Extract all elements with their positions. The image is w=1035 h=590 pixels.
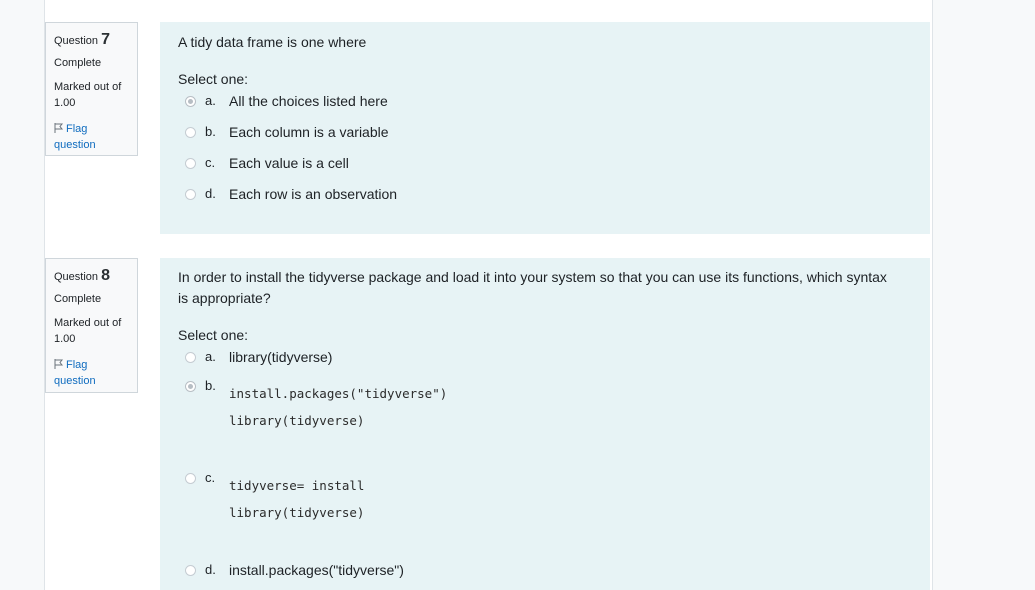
code-line-2: library(tidyverse) — [229, 413, 365, 428]
question-state: Complete — [54, 57, 102, 69]
option-c[interactable]: c. Each value is a cell — [178, 153, 930, 184]
option-letter: d. — [205, 562, 216, 577]
answer-options: a. All the choices listed here b. Each c… — [178, 91, 930, 215]
question-text: A tidy data frame is one where — [178, 34, 367, 50]
question-text: In order to install the tidyverse packag… — [178, 269, 887, 306]
option-letter: a. — [205, 93, 216, 108]
radio[interactable] — [185, 158, 196, 169]
option-label: library(tidyverse) — [229, 349, 333, 365]
option-label: install.packages("tidyverse") — [229, 562, 404, 578]
question-8-info: Question 8 Complete Marked out of 1.00 F… — [45, 258, 138, 393]
option-a[interactable]: a. All the choices listed here — [178, 91, 930, 122]
question-number: Question 8 — [54, 267, 137, 285]
question-label: Question — [54, 271, 99, 283]
code-line-1: install.packages("tidyverse") — [229, 386, 448, 401]
select-one-prompt: Select one: — [178, 327, 249, 343]
left-margin — [0, 0, 45, 590]
option-d[interactable]: d. Each row is an observation — [178, 184, 930, 215]
question-7-content: A tidy data frame is one where Select on… — [160, 22, 930, 234]
radio-selected[interactable] — [185, 96, 196, 107]
question-grade: Marked out of 1.00 — [54, 81, 122, 109]
option-label: Each value is a cell — [229, 155, 349, 171]
flag-icon — [54, 359, 64, 369]
option-letter: d. — [205, 186, 216, 201]
option-letter: c. — [205, 470, 216, 485]
radio[interactable] — [185, 189, 196, 200]
option-label: Each column is a variable — [229, 124, 389, 140]
flag-question-link[interactable]: Flag question — [54, 357, 114, 389]
answer-options: a. library(tidyverse) b. install.package… — [178, 347, 930, 590]
question-state: Complete — [54, 293, 102, 305]
option-letter: b. — [205, 378, 216, 393]
question-label: Question — [54, 35, 99, 47]
option-label: Each row is an observation — [229, 186, 398, 202]
code-line-1: tidyverse= install — [229, 478, 365, 493]
question-number: Question 7 — [54, 31, 137, 49]
flag-icon — [54, 123, 64, 133]
option-c[interactable]: c. tidyverse= install library(tidyverse) — [178, 470, 930, 560]
quiz-page: Question 7 Complete Marked out of 1.00 F… — [0, 0, 1035, 590]
question-grade: Marked out of 1.00 — [54, 317, 122, 345]
question-number-value: 8 — [101, 267, 110, 284]
option-letter: c. — [205, 155, 216, 170]
option-b[interactable]: b. Each column is a variable — [178, 122, 930, 153]
question-8-content: In order to install the tidyverse packag… — [160, 258, 930, 590]
option-b[interactable]: b. install.packages("tidyverse") library… — [178, 378, 930, 470]
right-margin — [932, 0, 1035, 590]
radio[interactable] — [185, 352, 196, 363]
option-d[interactable]: d. install.packages("tidyverse") — [178, 560, 930, 590]
radio[interactable] — [185, 473, 196, 484]
flag-question-link[interactable]: Flag question — [54, 121, 114, 153]
option-a[interactable]: a. library(tidyverse) — [178, 347, 930, 378]
question-7-info: Question 7 Complete Marked out of 1.00 F… — [45, 22, 138, 156]
option-label: All the choices listed here — [229, 93, 388, 109]
radio[interactable] — [185, 127, 196, 138]
code-line-2: library(tidyverse) — [229, 505, 365, 520]
option-letter: a. — [205, 349, 216, 364]
select-one-prompt: Select one: — [178, 71, 249, 87]
radio[interactable] — [185, 565, 196, 576]
option-letter: b. — [205, 124, 216, 139]
radio-selected[interactable] — [185, 381, 196, 392]
question-number-value: 7 — [101, 31, 110, 48]
